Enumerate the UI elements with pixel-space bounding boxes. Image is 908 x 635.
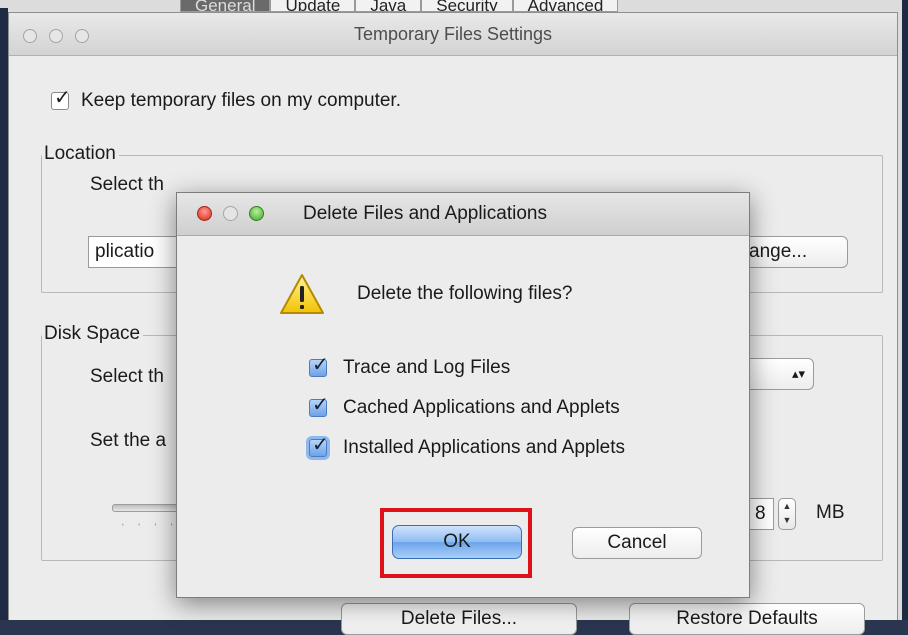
keep-temp-files-checkbox[interactable]: ✓ [51, 88, 71, 110]
zoom-dialog-button[interactable] [249, 206, 264, 221]
keep-temp-files-label: Keep temporary files on my computer. [81, 90, 401, 111]
compression-select[interactable]: ▴▾ [742, 358, 814, 390]
tab-security[interactable]: Security [421, 0, 513, 12]
dialog-titlebar: Delete Files and Applications [177, 193, 749, 236]
dialog-message: Delete the following files? [357, 283, 573, 304]
updown-arrows-icon: ▴▾ [791, 366, 805, 381]
window-title: Temporary Files Settings [353, 24, 553, 44]
cached-apps-checkbox[interactable]: ✓ [309, 395, 329, 417]
ok-button[interactable]: OK [392, 525, 522, 559]
stepper-up-icon: ▲ [782, 501, 792, 511]
close-dialog-button[interactable] [197, 206, 212, 221]
stepper-down-icon: ▼ [782, 515, 792, 525]
desktop-edge-right [902, 0, 908, 620]
location-prompt: Select th [90, 174, 164, 195]
change-location-button[interactable]: ange... [742, 236, 848, 268]
dialog-title: Delete Files and Applications [303, 203, 547, 224]
checkmark-icon: ✓ [312, 434, 329, 456]
slider-ticks: ' ' ' ' [122, 522, 179, 532]
restore-defaults-button[interactable]: Restore Defaults [629, 603, 865, 635]
trace-log-files-checkbox[interactable]: ✓ [309, 355, 329, 377]
installed-apps-label: Installed Applications and Applets [343, 437, 626, 458]
window-titlebar: Temporary Files Settings [9, 13, 897, 56]
disk-space-group-title: Disk Space [42, 323, 144, 345]
cancel-button[interactable]: Cancel [572, 527, 702, 559]
minimize-dialog-button[interactable] [223, 206, 238, 221]
delete-files-dialog: Delete Files and Applications Delete the… [176, 192, 750, 598]
checkmark-icon: ✓ [312, 394, 329, 416]
size-slider[interactable] [112, 504, 184, 512]
cached-apps-label: Cached Applications and Applets [343, 397, 620, 418]
location-group-title: Location [42, 143, 119, 165]
checkmark-icon: ✓ [54, 87, 71, 109]
delete-files-button[interactable]: Delete Files... [341, 603, 577, 635]
tab-update[interactable]: Update [270, 0, 356, 12]
tab-general[interactable]: General [180, 0, 271, 12]
control-panel-tabs: General Update Java Security Advanced [180, 0, 619, 12]
size-unit-label: MB [816, 502, 845, 523]
tab-advanced[interactable]: Advanced [512, 0, 619, 12]
set-size-prompt: Set the a [90, 430, 167, 451]
checkmark-icon: ✓ [312, 354, 329, 376]
tab-java[interactable]: Java [355, 0, 422, 12]
size-stepper[interactable]: ▲ ▼ [778, 498, 796, 530]
warning-icon [280, 274, 324, 314]
disk-space-prompt: Select th [90, 366, 164, 387]
desktop-edge-left [0, 8, 8, 620]
installed-apps-checkbox[interactable]: ✓ [309, 435, 329, 457]
trace-log-files-label: Trace and Log Files [343, 357, 511, 378]
size-field[interactable]: 8 [748, 498, 774, 530]
